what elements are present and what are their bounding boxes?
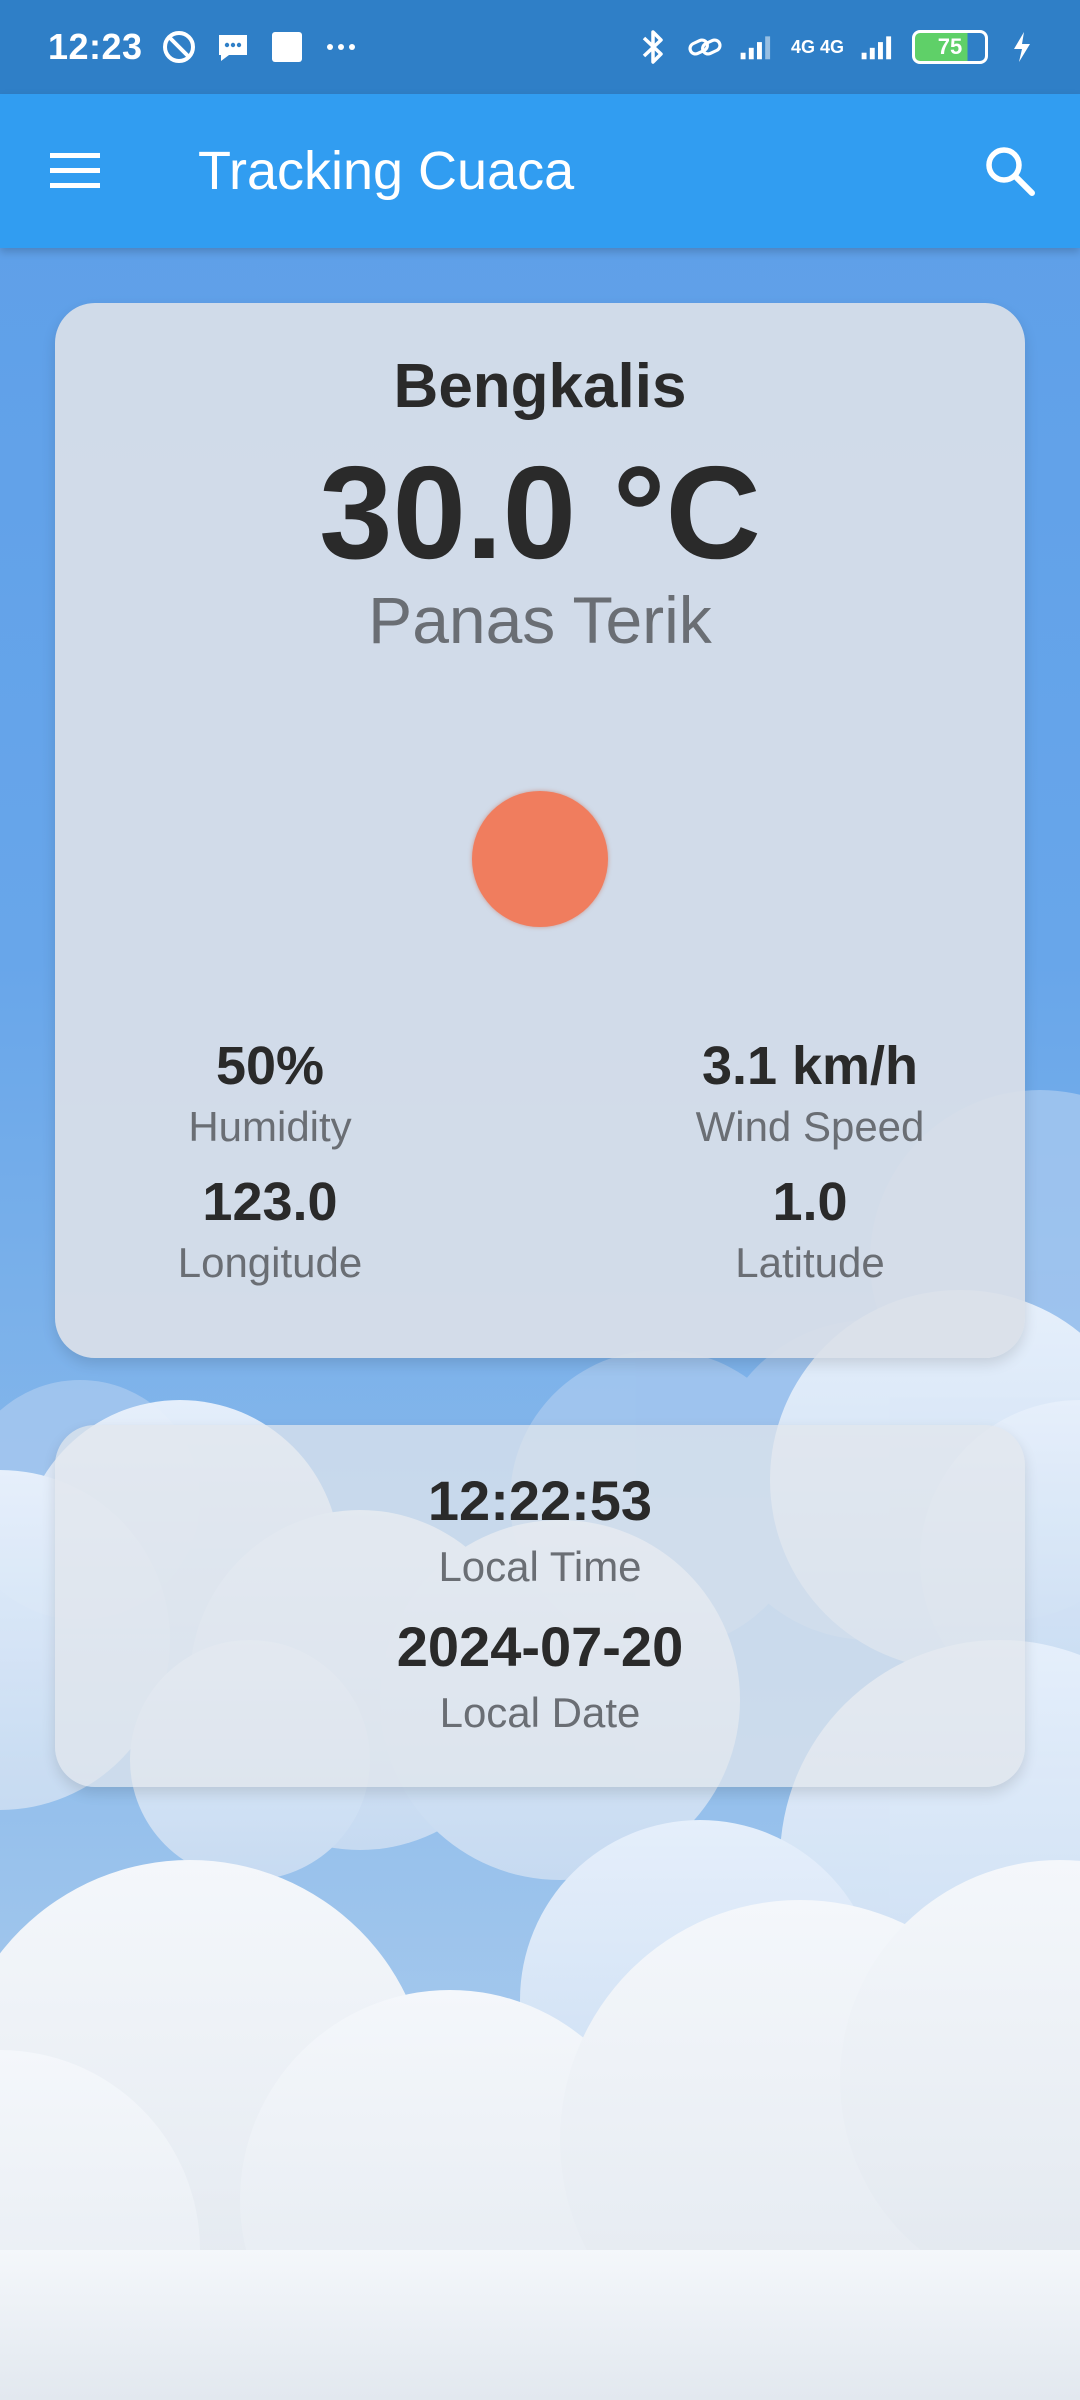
app-bar: Tracking Cuaca: [0, 94, 1080, 248]
stat-wind-speed: 3.1 km/h Wind Speed: [540, 1033, 1025, 1155]
bluetooth-icon: [635, 29, 671, 65]
status-bar: 12:23 4G 4G 75: [0, 0, 1080, 94]
local-date-label: Local Date: [439, 1689, 641, 1736]
city-name: Bengkalis: [393, 352, 687, 421]
message-icon: [215, 29, 251, 65]
network-type: 4G 4G: [790, 37, 844, 57]
link-icon: [687, 29, 723, 65]
signal-icon-1: [739, 29, 775, 65]
temperature: 30.0 °C: [319, 439, 761, 586]
hamburger-menu-icon: [50, 153, 100, 188]
weather-stats: 50% Humidity 3.1 km/h Wind Speed 123.0 L…: [55, 1033, 1025, 1291]
charging-icon: [1004, 29, 1040, 65]
square-icon: [269, 29, 305, 65]
humidity-label: Humidity: [188, 1103, 352, 1150]
status-right: 4G 4G 75: [635, 29, 1040, 65]
stat-humidity: 50% Humidity: [55, 1033, 540, 1155]
stat-longitude: 123.0 Longitude: [55, 1169, 540, 1291]
more-notifications-icon: [323, 29, 359, 65]
weather-card: Bengkalis 30.0 °C Panas Terik 50% Humidi…: [55, 303, 1025, 1358]
status-time: 12:23: [48, 26, 143, 67]
battery-indicator: 75: [912, 30, 988, 64]
latitude-value: 1.0: [772, 1172, 848, 1232]
local-time-card: 12:22:53 Local Time 2024-07-20 Local Dat…: [55, 1425, 1025, 1787]
search-button[interactable]: [940, 94, 1080, 248]
local-date-value: 2024-07-20: [396, 1615, 684, 1678]
wind-speed-value: 3.1 km/h: [701, 1036, 919, 1096]
weather-condition: Panas Terik: [368, 583, 712, 657]
search-icon: [986, 147, 1035, 196]
local-time-value: 12:22:53: [427, 1469, 653, 1532]
no-camera-icon: [161, 29, 197, 65]
longitude-label: Longitude: [177, 1239, 363, 1286]
wind-speed-label: Wind Speed: [695, 1103, 925, 1150]
stat-latitude: 1.0 Latitude: [540, 1169, 1025, 1291]
longitude-value: 123.0: [202, 1172, 338, 1232]
sun-icon: [472, 791, 608, 927]
humidity-value: 50%: [215, 1036, 325, 1096]
local-time-label: Local Time: [438, 1543, 642, 1590]
signal-icon-2: [860, 29, 896, 65]
menu-button[interactable]: [0, 94, 154, 248]
status-left: 12:23: [48, 26, 359, 68]
latitude-label: Latitude: [735, 1239, 885, 1286]
app-title: Tracking Cuaca: [198, 141, 575, 201]
